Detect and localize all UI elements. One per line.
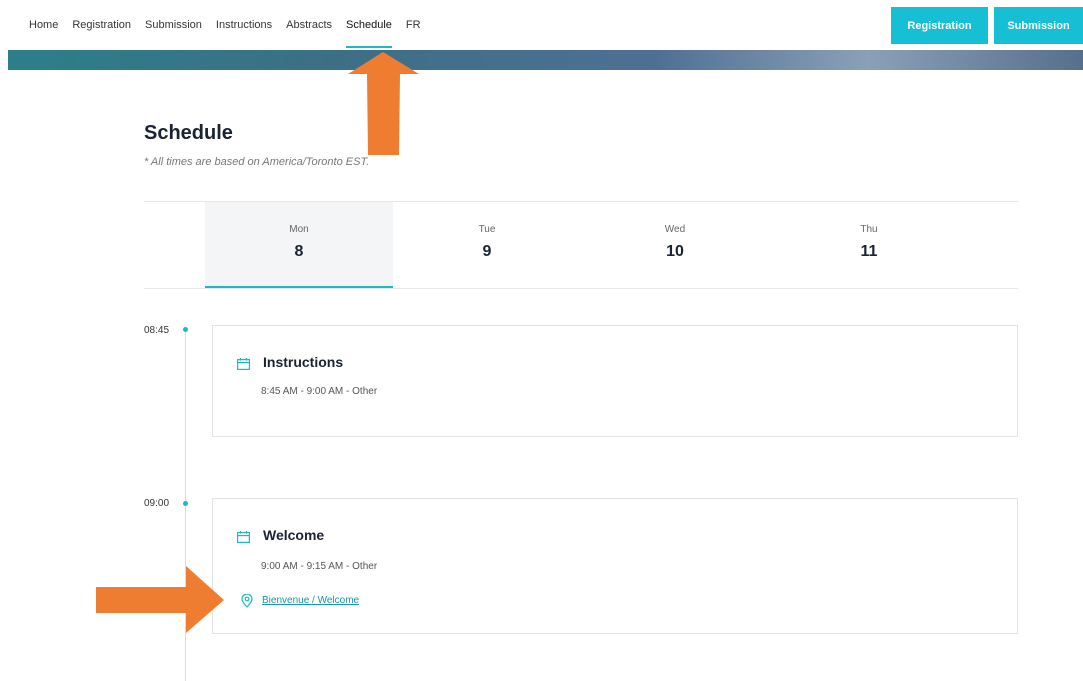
day-name: Wed — [664, 224, 686, 235]
header-banner — [8, 50, 1083, 70]
day-tab-tue[interactable]: Tue 9 — [393, 202, 581, 288]
timeline-dot — [183, 327, 188, 332]
nav-abstracts[interactable]: Abstracts — [286, 19, 332, 48]
day-tab-wed[interactable]: Wed 10 — [581, 202, 769, 288]
top-navigation: Home Registration Submission Instruction… — [0, 0, 1083, 50]
event-time: 09:00 — [144, 498, 170, 509]
nav-schedule[interactable]: Schedule — [346, 19, 392, 48]
event-location-link[interactable]: Bienvenue / Welcome — [262, 595, 359, 606]
day-tabs-bottom-divider — [144, 288, 1018, 289]
nav-links: Home Registration Submission Instruction… — [29, 19, 421, 48]
nav-language-fr[interactable]: FR — [406, 19, 421, 48]
nav-registration[interactable]: Registration — [72, 19, 131, 48]
nav-home[interactable]: Home — [29, 19, 58, 48]
day-number: 11 — [860, 243, 878, 260]
annotation-arrow-right-icon — [96, 566, 224, 633]
calendar-icon — [237, 358, 250, 370]
registration-button[interactable]: Registration — [891, 7, 988, 44]
day-name: Thu — [860, 224, 878, 235]
nav-submission[interactable]: Submission — [145, 19, 202, 48]
day-tab-mon[interactable]: Mon 8 — [205, 202, 393, 288]
annotation-arrow-up-icon — [348, 52, 419, 155]
timeline-dot — [183, 501, 188, 506]
timezone-note: * All times are based on America/Toronto… — [144, 156, 370, 168]
day-number: 10 — [666, 243, 684, 260]
page-title: Schedule — [144, 122, 233, 144]
day-number: 9 — [482, 243, 492, 260]
event-time-range: 9:00 AM - 9:15 AM - Other — [261, 561, 378, 572]
location-pin-icon — [241, 594, 253, 608]
event-title: Instructions — [263, 354, 344, 370]
event-card-instructions[interactable]: Instructions 8:45 AM - 9:00 AM - Other — [212, 325, 1018, 437]
event-card-welcome[interactable]: Welcome 9:00 AM - 9:15 AM - Other Bienve… — [212, 498, 1018, 634]
nav-instructions[interactable]: Instructions — [216, 19, 272, 48]
submission-button[interactable]: Submission — [994, 7, 1083, 44]
day-name: Mon — [289, 224, 309, 235]
day-tab-thu[interactable]: Thu 11 — [775, 202, 963, 288]
event-time: 08:45 — [144, 325, 170, 336]
calendar-icon — [237, 531, 250, 543]
day-name: Tue — [478, 224, 496, 235]
event-time-range: 8:45 AM - 9:00 AM - Other — [261, 386, 378, 397]
event-title: Welcome — [263, 527, 325, 543]
day-number: 8 — [294, 243, 304, 260]
